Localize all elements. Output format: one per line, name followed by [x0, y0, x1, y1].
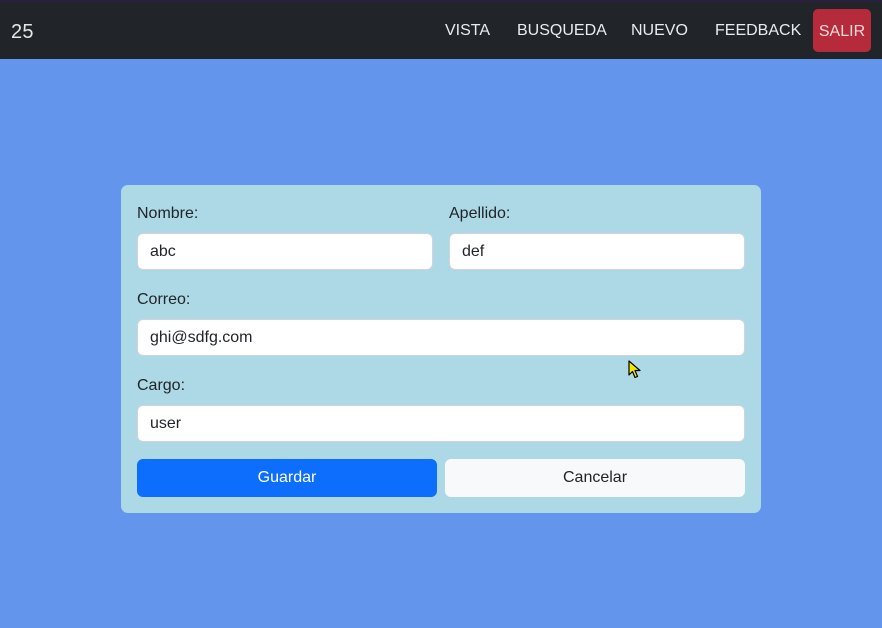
top-navbar: 25 VISTA BUSQUEDA NUEVO FEEDBACK SALIR: [0, 0, 882, 59]
nav-link-feedback[interactable]: FEEDBACK: [715, 22, 801, 40]
nav-link-nuevo[interactable]: NUEVO: [631, 22, 688, 40]
cargo-input[interactable]: [137, 405, 745, 442]
nombre-input[interactable]: [137, 233, 433, 270]
nav-link-busqueda[interactable]: BUSQUEDA: [517, 22, 607, 40]
cancel-button[interactable]: Cancelar: [445, 459, 745, 497]
apellido-label: Apellido:: [449, 205, 511, 222]
logout-button[interactable]: SALIR: [813, 9, 871, 52]
navbar-brand[interactable]: 25: [11, 21, 34, 44]
save-button[interactable]: Guardar: [137, 459, 437, 497]
nombre-label: Nombre:: [137, 205, 199, 222]
correo-input[interactable]: [137, 319, 745, 356]
cargo-label: Cargo:: [137, 377, 186, 394]
user-form-card: Nombre: Apellido: Correo: Cargo: Guardar…: [121, 185, 761, 513]
nav-link-vista[interactable]: VISTA: [445, 22, 490, 40]
apellido-input[interactable]: [449, 233, 745, 270]
correo-label: Correo:: [137, 291, 191, 308]
